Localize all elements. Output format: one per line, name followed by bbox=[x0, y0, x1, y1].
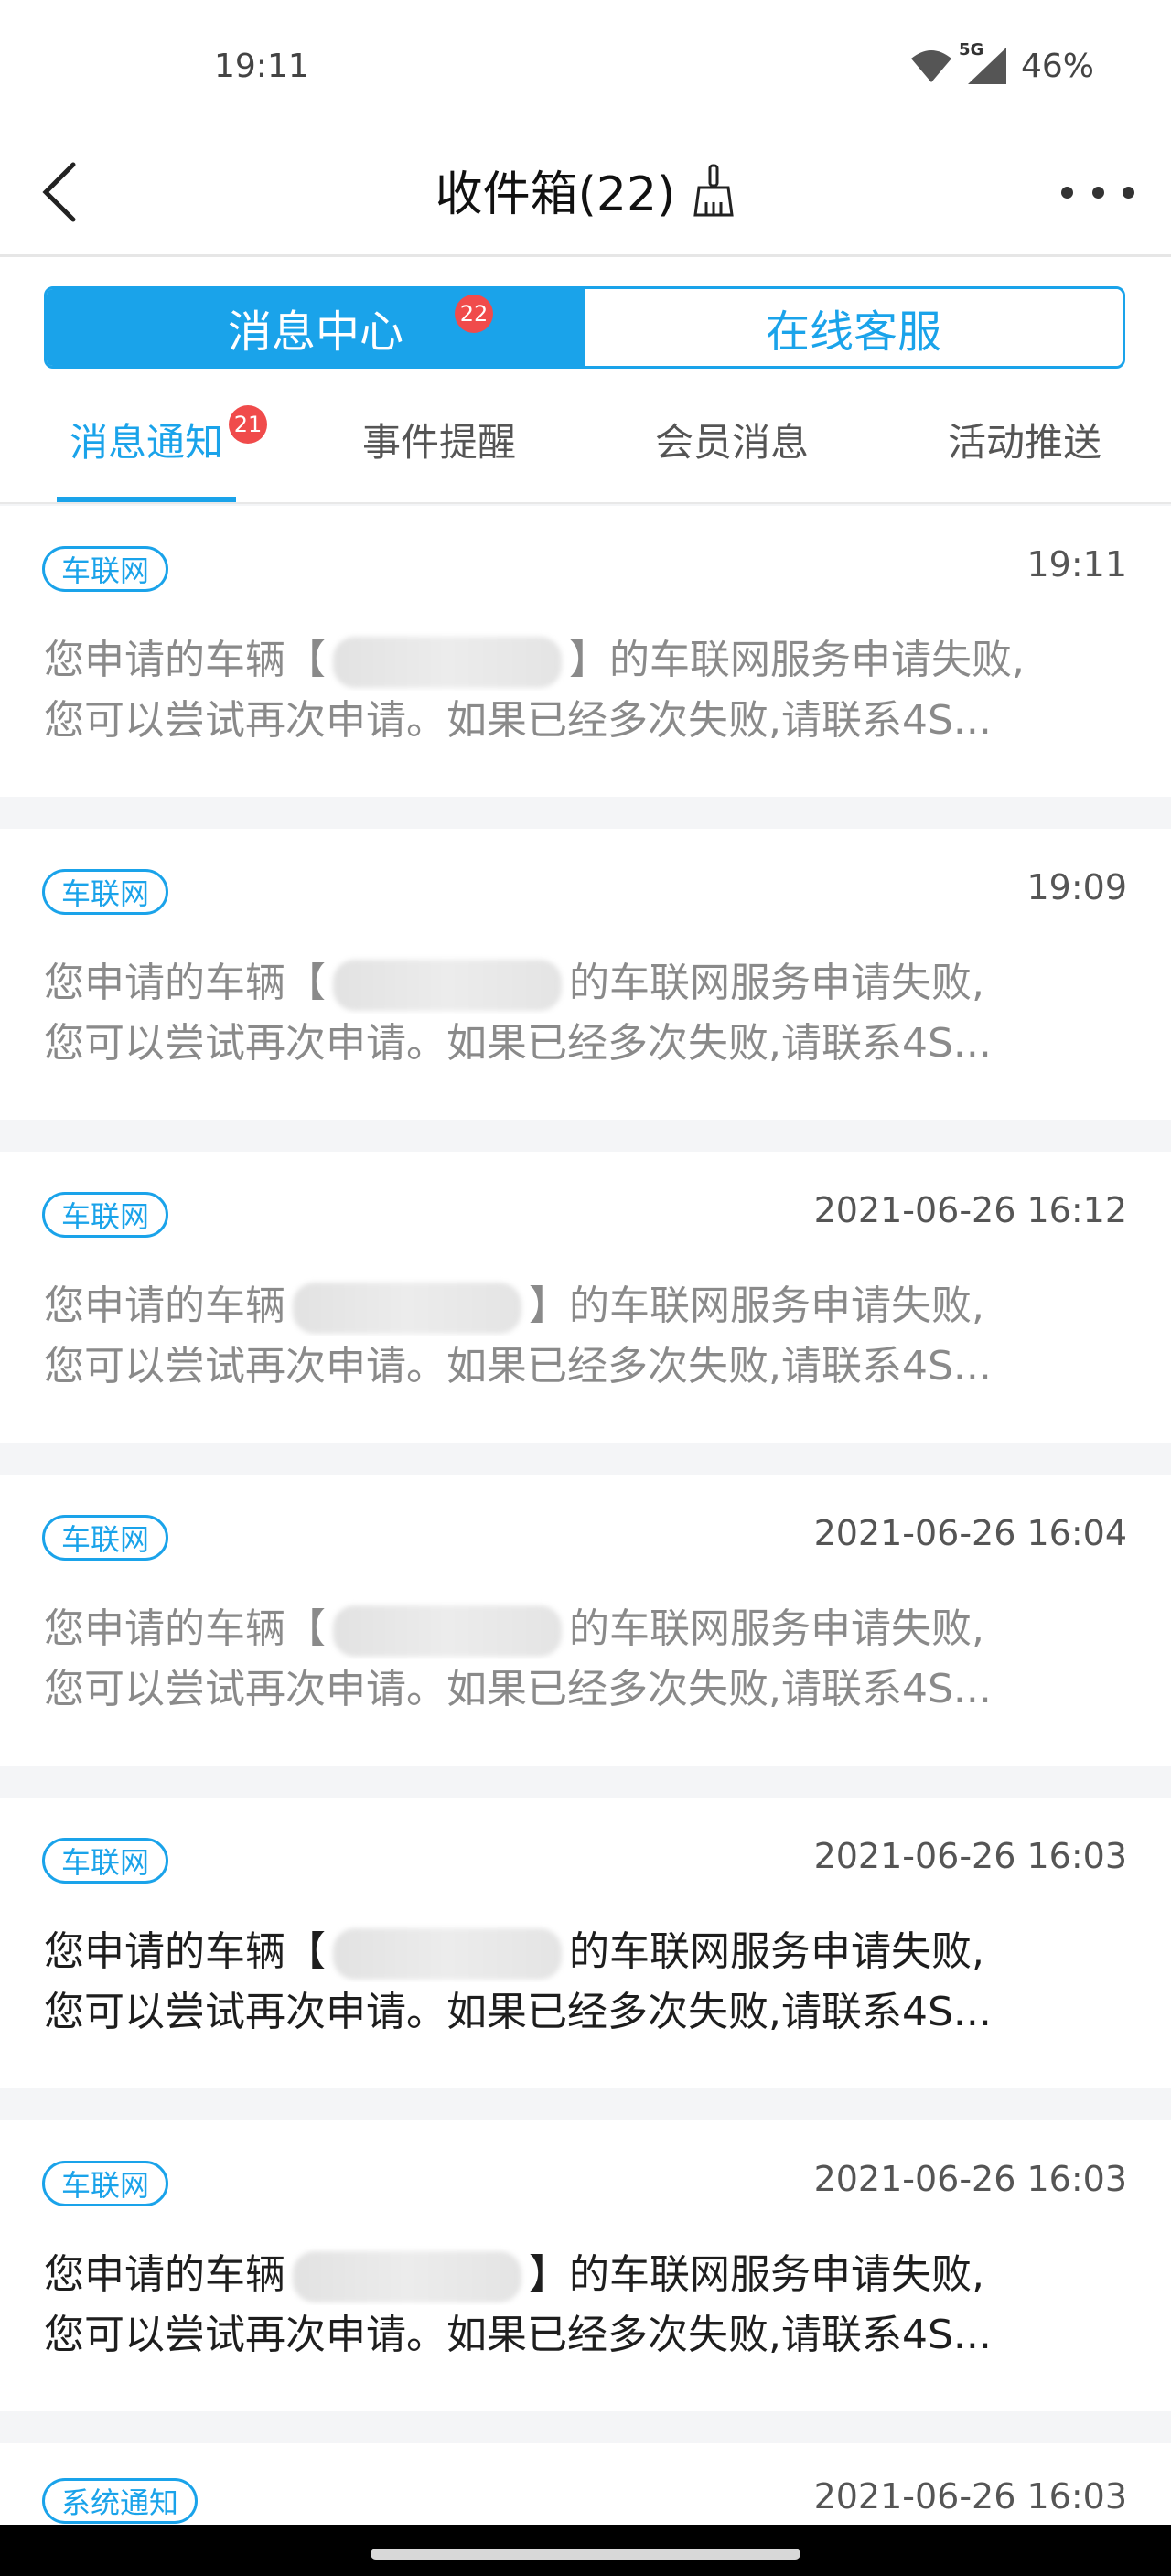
message-time: 2021-06-26 16:03 bbox=[813, 2159, 1127, 2199]
message-time: 2021-06-26 16:03 bbox=[813, 2476, 1127, 2517]
redacted-plate bbox=[333, 960, 562, 1011]
broom-icon[interactable] bbox=[692, 162, 736, 219]
more-button[interactable] bbox=[1061, 165, 1134, 220]
message-content: 您申请的车辆【 的车联网服务申请失败, 您可以尝试再次申请。如果已经多次失败,请联… bbox=[44, 960, 992, 1067]
redacted-plate bbox=[333, 1928, 562, 1980]
message-tag: 车联网 bbox=[42, 1192, 169, 1238]
message-time: 2021-06-26 16:12 bbox=[813, 1190, 1127, 1230]
message-card[interactable]: 车联网 2021-06-26 16:04 您申请的车辆【 的车联网服务申请失败, … bbox=[0, 1475, 1171, 1766]
signal-icon: 5G bbox=[959, 40, 1008, 86]
tab-member-messages-label: 会员消息 bbox=[654, 419, 809, 465]
message-time: 19:09 bbox=[1026, 867, 1127, 907]
message-content: 您申请的车辆【 的车联网服务申请失败, 您可以尝试再次申请。如果已经多次失败,请联… bbox=[44, 1928, 992, 2035]
message-card[interactable]: 车联网 2021-06-26 16:03 您申请的车辆【 的车联网服务申请失败, … bbox=[0, 1798, 1171, 2088]
navigation-bar bbox=[0, 2525, 1171, 2576]
tab-promotions[interactable]: 活动推送 bbox=[878, 376, 1171, 502]
active-tab-indicator bbox=[57, 497, 236, 502]
message-center-badge: 22 bbox=[455, 295, 493, 333]
message-tag: 系统通知 bbox=[42, 2478, 199, 2524]
online-service-label: 在线客服 bbox=[765, 306, 941, 358]
header: 收件箱(22) bbox=[0, 128, 1171, 257]
message-card[interactable]: 车联网 19:11 您申请的车辆【 】的车联网服务申请失败, 您可以尝试再次申请。… bbox=[0, 506, 1171, 797]
status-time: 19:11 bbox=[214, 48, 309, 85]
online-service-button[interactable]: 在线客服 bbox=[585, 289, 1123, 366]
redacted-plate bbox=[333, 1605, 562, 1657]
message-card[interactable]: 系统通知 2021-06-26 16:03 bbox=[0, 2443, 1171, 2525]
network-type: 5G bbox=[958, 40, 984, 59]
redacted-plate bbox=[293, 1283, 521, 1334]
message-content: 您申请的车辆【 的车联网服务申请失败, 您可以尝试再次申请。如果已经多次失败,请联… bbox=[44, 1605, 992, 1712]
message-center-button[interactable]: 消息中心 22 bbox=[47, 289, 585, 366]
header-title-wrap: 收件箱(22) bbox=[0, 156, 1171, 224]
message-time: 19:11 bbox=[1026, 544, 1127, 585]
message-card[interactable]: 车联网 2021-06-26 16:03 您申请的车辆 】的车联网服务申请失败, … bbox=[0, 2120, 1171, 2411]
message-tag: 车联网 bbox=[42, 2161, 169, 2206]
message-tag: 车联网 bbox=[42, 546, 169, 592]
wifi-icon bbox=[909, 48, 953, 84]
message-card[interactable]: 车联网 2021-06-26 16:12 您申请的车辆 】的车联网服务申请失败, … bbox=[0, 1152, 1171, 1443]
message-tag: 车联网 bbox=[42, 1838, 169, 1884]
message-content: 您申请的车辆 】的车联网服务申请失败, 您可以尝试再次申请。如果已经多次失败,请联… bbox=[44, 2251, 992, 2358]
page-title: 收件箱(22) bbox=[435, 167, 676, 222]
tab-bar: 消息通知 21 事件提醒 会员消息 活动推送 bbox=[0, 376, 1171, 502]
message-time: 2021-06-26 16:03 bbox=[813, 1836, 1127, 1876]
tab-notifications[interactable]: 消息通知 21 bbox=[0, 376, 293, 502]
message-tag: 车联网 bbox=[42, 869, 169, 915]
redacted-plate bbox=[333, 637, 562, 688]
status-icons: 5G 46% bbox=[909, 40, 1094, 90]
tab-events[interactable]: 事件提醒 bbox=[293, 376, 586, 502]
more-icon bbox=[1061, 186, 1073, 199]
tab-notifications-badge: 21 bbox=[229, 405, 267, 444]
message-filter-area: 消息中心 22 在线客服 消息通知 21 事件提醒 会员消息 活动推送 bbox=[0, 257, 1171, 504]
home-indicator[interactable] bbox=[371, 2549, 800, 2560]
message-center-label: 消息中心 bbox=[227, 306, 403, 358]
message-content: 您申请的车辆【 】的车联网服务申请失败, 您可以尝试再次申请。如果已经多次失败,请… bbox=[44, 637, 1025, 744]
battery-level: 46% bbox=[1020, 47, 1094, 85]
message-content: 您申请的车辆 】的车联网服务申请失败, 您可以尝试再次申请。如果已经多次失败,请联… bbox=[44, 1283, 992, 1390]
status-bar: 19:11 5G 46% bbox=[0, 0, 1171, 128]
tab-promotions-label: 活动推送 bbox=[947, 419, 1101, 465]
tab-member-messages[interactable]: 会员消息 bbox=[586, 376, 878, 502]
tab-events-label: 事件提醒 bbox=[361, 419, 516, 465]
message-card[interactable]: 车联网 19:09 您申请的车辆【 的车联网服务申请失败, 您可以尝试再次申请。如… bbox=[0, 829, 1171, 1120]
tab-notifications-label: 消息通知 bbox=[69, 419, 223, 465]
message-tag: 车联网 bbox=[42, 1515, 169, 1561]
segment-control: 消息中心 22 在线客服 bbox=[44, 286, 1125, 369]
message-time: 2021-06-26 16:04 bbox=[813, 1513, 1127, 1553]
redacted-plate bbox=[293, 2251, 521, 2302]
